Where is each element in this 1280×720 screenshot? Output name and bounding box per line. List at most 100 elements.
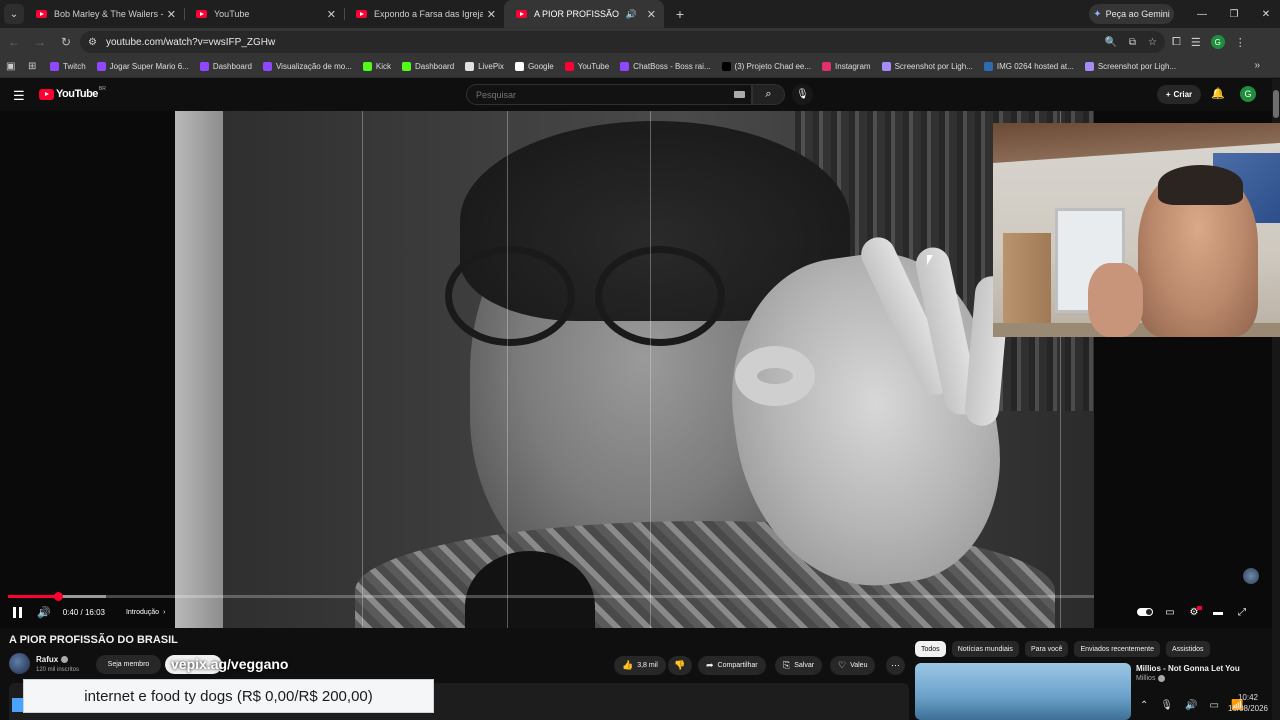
search-icon: ⌕ [765,88,772,100]
tab-close-icon[interactable]: ✕ [647,8,656,21]
share-button[interactable]: ➦ Compartilhar [698,656,766,675]
video-frame[interactable] [175,111,1094,628]
bookmark-item[interactable]: ChatBoss - Boss rai... [620,62,711,71]
tab-search-icon[interactable]: ⌄ [4,4,24,24]
system-clock[interactable]: 10:42 16/08/2026 [1224,692,1272,714]
channel-name-text[interactable]: Rafux [36,655,58,664]
channel-name[interactable]: Rafux [36,655,69,664]
more-actions-icon[interactable]: ⋯ [886,656,905,675]
save-button[interactable]: ⎘ Salvar [775,656,823,675]
bookmark-item[interactable]: Dashboard [199,62,252,71]
bookmark-item[interactable]: Instagram [822,62,871,71]
youtube-logo[interactable]: YouTube BR [39,86,106,100]
tray-display-icon[interactable]: ▭ [1210,700,1219,711]
settings-gear-icon[interactable]: ⚙ [1187,605,1202,618]
tray-volume-icon[interactable]: 🔊 [1185,700,1197,711]
bookmark-item[interactable]: IMG 0264 hosted at... [983,62,1074,71]
search-box[interactable] [466,84,752,105]
channel-watermark-icon[interactable] [1243,568,1259,584]
tab-close-icon[interactable]: ✕ [327,8,336,21]
bookmark-item[interactable]: Twitch [50,62,86,71]
fullscreen-icon[interactable]: ⤢ [1235,607,1249,618]
tray-chevron-icon[interactable]: ⌃ [1140,700,1148,711]
progress-scrubber-handle[interactable] [54,592,63,601]
bookmark-label: Instagram [835,62,871,71]
browser-tab-youtube[interactable]: YouTube ✕ [184,0,344,28]
tab-audio-icon[interactable]: 🔊 [626,9,637,20]
browser-tab-bob-marley[interactable]: Bob Marley & The Wailers - Exo ✕ [24,0,184,28]
bookmark-item[interactable]: YouTube [564,62,609,71]
chapter-label: Introdução [125,608,160,616]
like-button[interactable]: 👍 3,8 mil [614,656,666,675]
reading-list-icon[interactable]: ☰ [1191,36,1201,49]
new-tab-plus-icon[interactable]: + [668,6,692,22]
bookmark-folder-icon[interactable]: ▣ [6,61,18,73]
bookmarks-overflow-icon[interactable]: » [1254,60,1260,71]
minimize-icon[interactable]: — [1186,0,1218,28]
bookmark-label: (3) Projeto Chad ee... [734,62,812,71]
chapter-button[interactable]: Introdução › [126,609,165,616]
dislike-button[interactable]: 👎 [668,656,692,675]
channel-avatar[interactable] [9,653,30,674]
bookmark-star-icon[interactable]: ☆ [1148,37,1157,48]
thanks-button[interactable]: ♡ Valeu [830,656,876,675]
bookmark-item[interactable]: Screenshot por Ligh... [1084,62,1176,71]
join-membership-button[interactable]: Seja membro [96,655,161,674]
account-avatar[interactable]: G [1240,86,1256,102]
reload-icon[interactable]: ↻ [54,30,78,54]
window-close-icon[interactable]: ✕ [1250,0,1280,28]
filter-chip[interactable]: Notícias mundiais [951,641,1019,657]
recommendation-thumbnail[interactable] [915,663,1131,720]
notifications-bell-icon[interactable]: 🔔 [1211,87,1225,100]
tab-close-icon[interactable]: ✕ [167,8,176,21]
bookmark-item[interactable]: Google [514,62,554,71]
progress-bar[interactable] [8,592,1094,601]
bookmark-item[interactable]: Screenshot por Ligh... [881,62,973,71]
zoom-icon[interactable]: 🔍 [1104,37,1116,48]
url-text[interactable]: youtube.com/watch?v=vwsIFP_ZGHw [106,37,275,48]
address-bar[interactable]: ⚙ youtube.com/watch?v=vwsIFP_ZGHw 🔍 ⧉ ☆ [80,31,1165,53]
voice-search-button[interactable]: 🎙 [792,84,813,105]
bookmark-item[interactable]: Visualização de mo... [262,62,352,71]
bookmark-item[interactable]: Dashboard [402,62,454,71]
search-button[interactable]: ⌕ [752,84,785,105]
video-player[interactable]: 🔊 0:40 / 16:03 Introdução › ▭ ⚙ ▬ ⤢ [0,111,1280,628]
bookmark-label: LivePix [478,62,504,71]
search-input[interactable] [476,89,716,100]
recommendation-channel[interactable]: Millios [1136,675,1166,682]
cast-icon[interactable]: ⧉ [1129,37,1136,48]
filter-chip[interactable]: Para você [1024,641,1069,657]
kebab-menu-icon[interactable]: ⋮ [1235,36,1246,49]
profile-avatar[interactable]: G [1210,35,1225,49]
filter-chip[interactable]: Assistidos [1166,641,1210,657]
pause-icon[interactable] [10,605,24,619]
recommendation-title[interactable]: Millios - Not Gonna Let You [1136,664,1240,673]
autoplay-toggle[interactable] [1137,608,1153,616]
bookmark-item[interactable]: Kick [362,62,391,71]
browser-tab-expondo[interactable]: Expondo a Farsa das Igrejas Ev ✕ [344,0,504,28]
subtitles-icon[interactable]: ▭ [1163,607,1177,618]
filter-chip[interactable]: Todos [915,641,946,657]
tray-microphone-icon[interactable]: 🎙 [1160,700,1173,711]
bookmark-item[interactable]: Jogar Super Mario 6... [96,62,189,71]
page-scrollbar-thumb[interactable] [1273,90,1279,118]
recommendation-channel-name[interactable]: Millios [1136,675,1155,682]
create-button[interactable]: + Criar [1157,85,1201,104]
apps-grid-icon[interactable]: ⊞ [28,61,40,73]
forward-arrow-icon[interactable]: → [28,30,52,54]
keyboard-icon[interactable] [734,91,745,98]
restore-icon[interactable]: ❐ [1218,0,1250,28]
volume-icon[interactable]: 🔊 [37,606,51,619]
hamburger-menu-icon[interactable]: ☰ [13,88,25,104]
tab-close-icon[interactable]: ✕ [487,8,496,21]
browser-tab-active[interactable]: A PIOR PROFISSÃO DO BRA 🔊 ✕ [504,0,664,28]
extensions-puzzle-icon[interactable]: ⧠ [1172,36,1181,49]
site-info-icon[interactable]: ⚙ [88,37,104,48]
bookmark-item[interactable]: LivePix [465,62,504,71]
theater-mode-icon[interactable]: ▬ [1211,607,1225,618]
back-arrow-icon[interactable]: ← [2,30,26,54]
youtube-logo-text: YouTube [56,88,98,100]
bookmark-item[interactable]: (3) Projeto Chad ee... [721,62,812,71]
filter-chip[interactable]: Enviados recentemente [1074,641,1161,657]
gemini-button[interactable]: ✦ Peça ao Gemini [1089,4,1174,24]
